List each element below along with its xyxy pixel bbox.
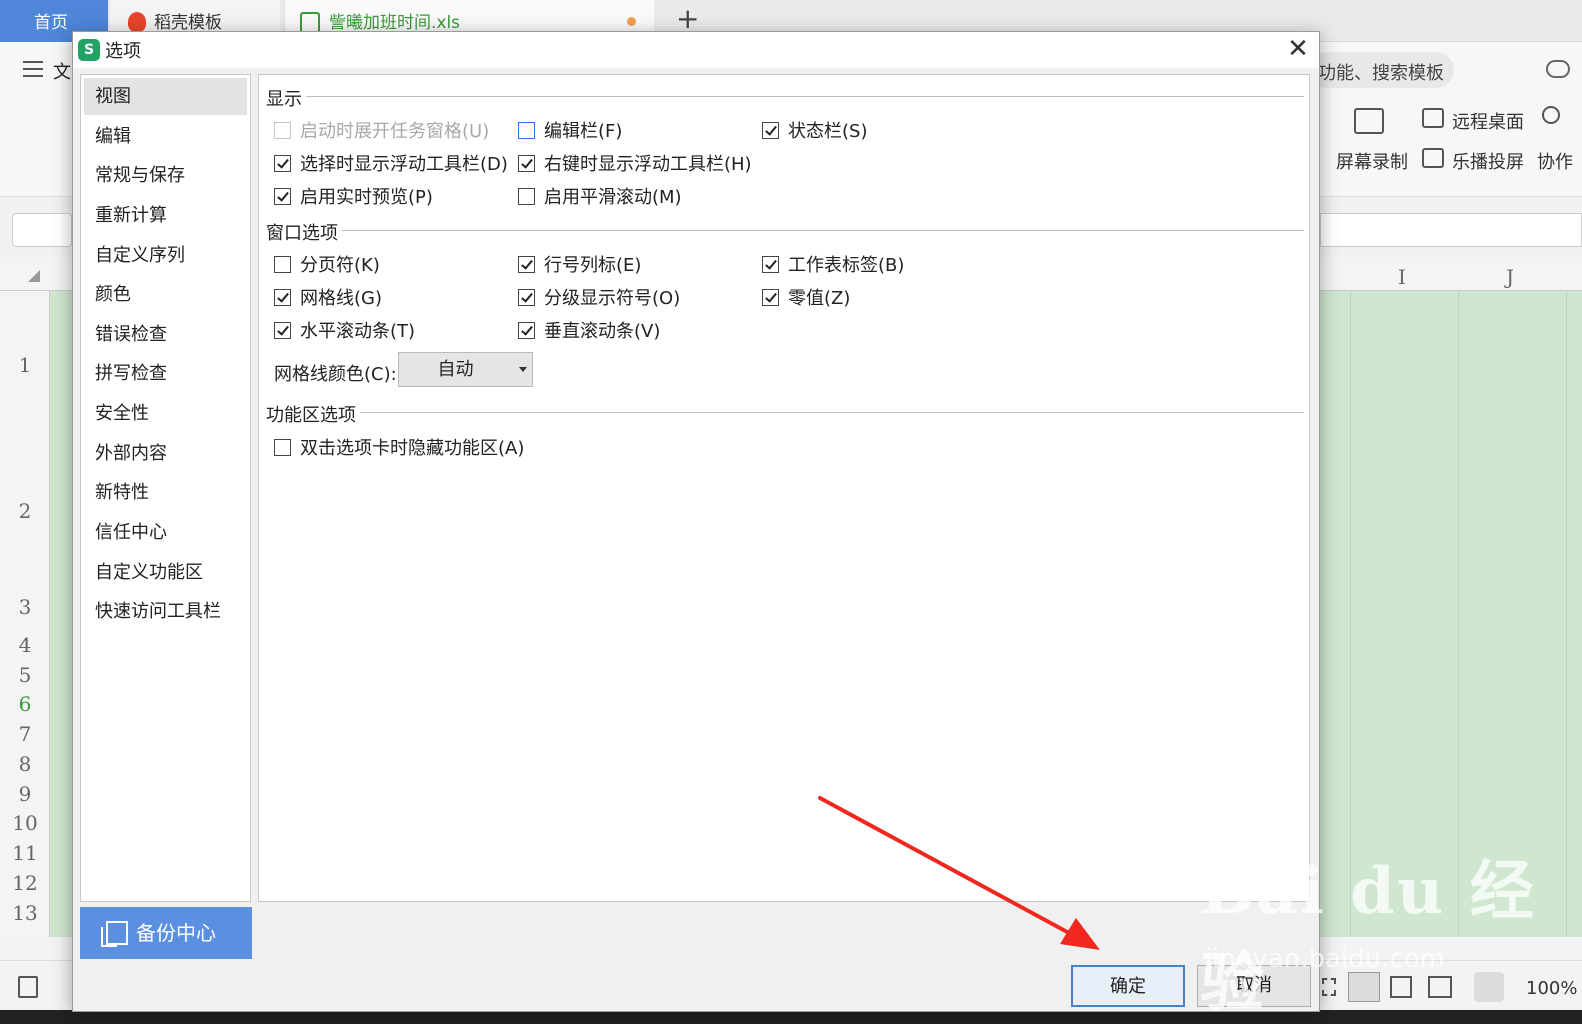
baidu-watermark-url: jingyan.baidu.com — [1205, 944, 1445, 974]
baidu-watermark: Bai du 经验 — [1200, 854, 1536, 1021]
